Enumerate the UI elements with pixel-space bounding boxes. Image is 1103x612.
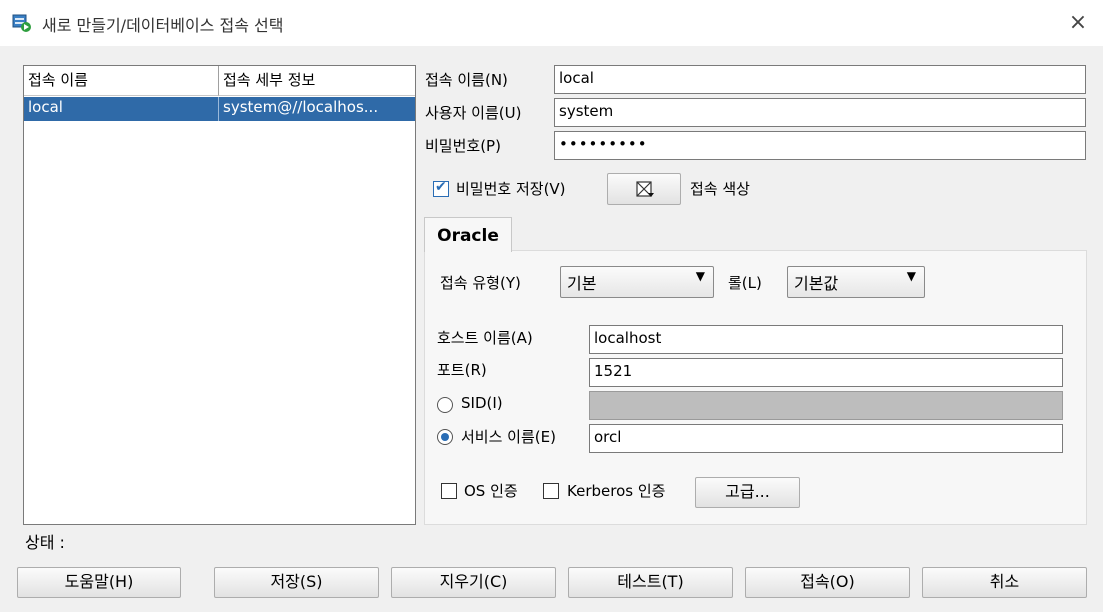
port-field[interactable]: 1521 (589, 358, 1063, 387)
connection-name-cell: local (24, 97, 219, 121)
save-password-label: 비밀번호 저장(V) (456, 180, 566, 198)
save-button[interactable]: 저장(S) (214, 567, 379, 598)
service-name-label: 서비스 이름(E) (461, 428, 556, 446)
password-label: 비밀번호(P) (425, 137, 501, 155)
test-button[interactable]: 테스트(T) (568, 567, 733, 598)
role-value: 기본값 (794, 274, 839, 293)
tab-oracle[interactable]: Oracle (424, 217, 512, 252)
column-header-name[interactable]: 접속 이름 (24, 66, 219, 96)
clear-button[interactable]: 지우기(C) (391, 567, 556, 598)
conn-name-label: 접속 이름(N) (425, 71, 508, 89)
database-connection-icon (12, 13, 32, 33)
host-field[interactable]: localhost (589, 325, 1063, 354)
dropdown-arrow-icon: ▼ (906, 269, 916, 283)
window-title: 새로 만들기/데이터베이스 접속 선택 (42, 16, 284, 35)
list-item[interactable]: local system@//localhos... (24, 97, 415, 121)
role-label: 롤(L) (728, 274, 762, 292)
color-picker-icon (636, 181, 654, 197)
host-label: 호스트 이름(A) (437, 329, 533, 347)
port-label: 포트(R) (437, 361, 487, 379)
service-name-field[interactable]: orcl (589, 424, 1063, 453)
password-field[interactable]: ••••••••• (554, 131, 1086, 160)
sid-radio[interactable] (437, 397, 453, 413)
os-auth-checkbox[interactable] (441, 483, 457, 499)
conn-name-field[interactable]: local (554, 65, 1086, 94)
connect-button[interactable]: 접속(O) (745, 567, 910, 598)
kerberos-auth-checkbox[interactable] (543, 483, 559, 499)
conn-color-label: 접속 색상 (690, 180, 750, 198)
cancel-button[interactable]: 취소 (922, 567, 1087, 598)
dropdown-arrow-icon: ▼ (695, 269, 705, 283)
role-select[interactable]: 기본값 ▼ (787, 266, 925, 298)
column-header-details[interactable]: 접속 세부 정보 (219, 66, 415, 96)
connection-details-cell: system@//localhos... (223, 98, 379, 116)
service-name-radio[interactable] (437, 429, 453, 445)
advanced-button[interactable]: 고급... (695, 477, 800, 508)
help-button[interactable]: 도움말(H) (17, 567, 181, 598)
status-label: 상태 : (25, 533, 65, 552)
save-password-checkbox[interactable] (433, 179, 449, 197)
close-icon[interactable]: × (1066, 10, 1090, 36)
conn-type-label: 접속 유형(Y) (440, 274, 521, 292)
sid-label: SID(I) (461, 394, 503, 412)
username-label: 사용자 이름(U) (425, 104, 522, 122)
conn-type-value: 기본 (567, 274, 597, 293)
connection-list[interactable]: 접속 이름 접속 세부 정보 local system@//localhos..… (23, 65, 416, 525)
kerberos-auth-label: Kerberos 인증 (567, 482, 666, 500)
os-auth-label: OS 인증 (464, 482, 518, 500)
sid-field[interactable] (589, 391, 1063, 420)
conn-type-select[interactable]: 기본 ▼ (560, 266, 714, 298)
conn-color-button[interactable] (607, 173, 681, 205)
username-field[interactable]: system (554, 98, 1086, 127)
